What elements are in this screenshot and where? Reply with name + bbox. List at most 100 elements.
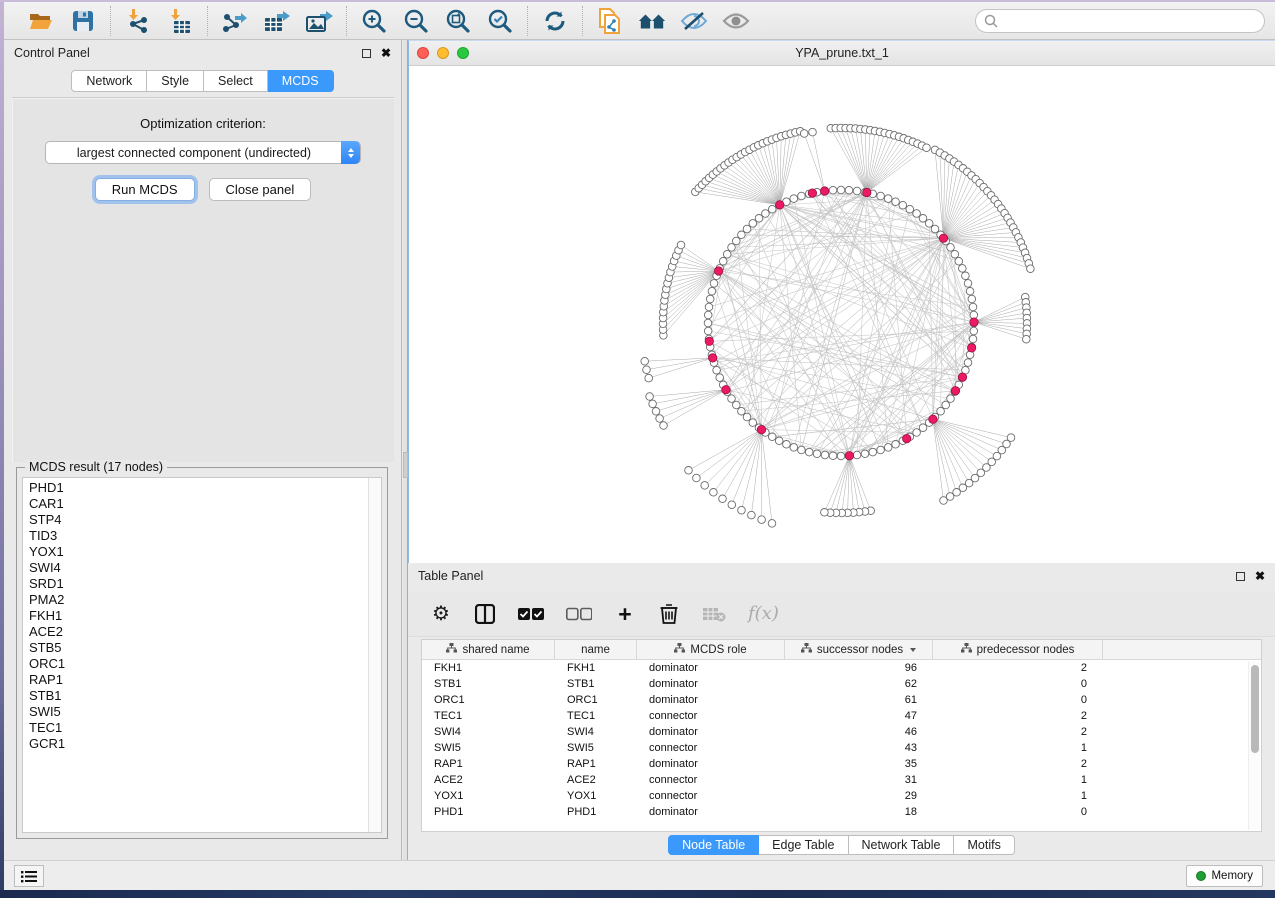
zoom-fit-icon[interactable] bbox=[444, 7, 472, 35]
mcds-result-item[interactable]: ORC1 bbox=[29, 656, 381, 672]
mcds-result-item[interactable]: PHD1 bbox=[29, 480, 381, 496]
memory-button[interactable]: Memory bbox=[1186, 865, 1263, 887]
tab-network[interactable]: Network bbox=[71, 70, 147, 92]
node-table[interactable]: shared namenameMCDS rolesuccessor nodesp… bbox=[421, 639, 1262, 832]
export-table-icon[interactable] bbox=[263, 7, 291, 35]
tab-select[interactable]: Select bbox=[204, 70, 268, 92]
function-builder-icon: f(x) bbox=[748, 602, 779, 626]
tab-style[interactable]: Style bbox=[147, 70, 204, 92]
first-neighbors-icon[interactable] bbox=[638, 7, 666, 35]
task-history-button[interactable] bbox=[14, 865, 44, 887]
mcds-tab-content: Optimization criterion: largest connecte… bbox=[12, 97, 394, 462]
table-row[interactable]: RAP1RAP1dominator352 bbox=[422, 756, 1261, 772]
table-row[interactable]: TEC1TEC1connector472 bbox=[422, 708, 1261, 724]
select-all-icon[interactable] bbox=[518, 602, 544, 626]
mcds-result-item[interactable]: ACE2 bbox=[29, 624, 381, 640]
hide-selected-icon[interactable] bbox=[680, 7, 708, 35]
mcds-result-item[interactable]: SWI4 bbox=[29, 560, 381, 576]
save-session-icon[interactable] bbox=[69, 7, 97, 35]
mcds-result-item[interactable]: STB1 bbox=[29, 688, 381, 704]
mcds-result-item[interactable]: RAP1 bbox=[29, 672, 381, 688]
tab-mcds[interactable]: MCDS bbox=[268, 70, 334, 92]
table-row[interactable]: ACE2ACE2connector311 bbox=[422, 772, 1261, 788]
close-panel-button[interactable]: Close panel bbox=[209, 178, 312, 201]
column-header-MCDS-role[interactable]: MCDS role bbox=[637, 640, 785, 659]
table-cell: 0 bbox=[933, 806, 1103, 818]
mcds-result-item[interactable]: STP4 bbox=[29, 512, 381, 528]
optimization-criterion-label: Optimization criterion: bbox=[12, 116, 394, 131]
table-row[interactable]: STB1STB1dominator620 bbox=[422, 676, 1261, 692]
table-row[interactable]: FKH1FKH1dominator962 bbox=[422, 660, 1261, 676]
hierarchy-icon bbox=[801, 643, 812, 656]
table-row[interactable]: ORC1ORC1dominator610 bbox=[422, 692, 1261, 708]
close-panel-icon[interactable]: ✖ bbox=[381, 47, 391, 59]
import-table-icon[interactable] bbox=[166, 7, 194, 35]
criterion-dropdown-value: largest connected component (undirected) bbox=[46, 146, 360, 160]
mcds-result-list[interactable]: PHD1CAR1STP4TID3YOX1SWI4SRD1PMA2FKH1ACE2… bbox=[22, 477, 382, 833]
criterion-dropdown[interactable]: largest connected component (undirected) bbox=[45, 141, 361, 164]
zoom-selected-icon[interactable] bbox=[486, 7, 514, 35]
column-header-predecessor-nodes[interactable]: predecessor nodes bbox=[933, 640, 1103, 659]
table-cell: PHD1 bbox=[422, 806, 555, 818]
run-mcds-button[interactable]: Run MCDS bbox=[95, 178, 195, 201]
delete-table-icon bbox=[702, 602, 726, 626]
table-cell: dominator bbox=[637, 678, 785, 690]
mcds-result-item[interactable]: TID3 bbox=[29, 528, 381, 544]
mcds-result-item[interactable]: GCR1 bbox=[29, 736, 381, 752]
zoom-out-icon[interactable] bbox=[402, 7, 430, 35]
mcds-result-item[interactable]: TEC1 bbox=[29, 720, 381, 736]
table-cell: YOX1 bbox=[422, 790, 555, 802]
column-header-name[interactable]: name bbox=[555, 640, 637, 659]
deselect-all-icon[interactable] bbox=[566, 602, 592, 626]
column-header-successor-nodes[interactable]: successor nodes bbox=[785, 640, 933, 659]
tab-edge-table[interactable]: Edge Table bbox=[759, 835, 848, 855]
table-cell: SWI4 bbox=[555, 726, 637, 738]
mcds-result-item[interactable]: PMA2 bbox=[29, 592, 381, 608]
mcds-result-item[interactable]: STB5 bbox=[29, 640, 381, 656]
export-network-icon[interactable] bbox=[221, 7, 249, 35]
mcds-result-scrollbar[interactable] bbox=[368, 478, 381, 832]
add-row-icon[interactable]: + bbox=[614, 602, 636, 626]
tab-network-table[interactable]: Network Table bbox=[849, 835, 955, 855]
mcds-result-group: MCDS result (17 nodes) PHD1CAR1STP4TID3Y… bbox=[16, 467, 388, 839]
import-network-icon[interactable] bbox=[124, 7, 152, 35]
table-settings-icon[interactable]: ⚙ bbox=[430, 602, 452, 626]
refresh-view-icon[interactable] bbox=[541, 7, 569, 35]
close-table-panel-icon[interactable]: ✖ bbox=[1255, 570, 1265, 582]
mcds-result-item[interactable]: YOX1 bbox=[29, 544, 381, 560]
network-graph[interactable] bbox=[409, 67, 1275, 564]
table-row[interactable]: PHD1PHD1dominator180 bbox=[422, 804, 1261, 820]
duplicate-network-icon[interactable] bbox=[596, 7, 624, 35]
mcds-result-item[interactable]: SWI5 bbox=[29, 704, 381, 720]
table-cell: ORC1 bbox=[422, 694, 555, 706]
mcds-result-item[interactable]: FKH1 bbox=[29, 608, 381, 624]
table-cell: 96 bbox=[785, 662, 933, 674]
open-file-icon[interactable] bbox=[27, 7, 55, 35]
export-image-icon[interactable] bbox=[305, 7, 333, 35]
network-window-title: YPA_prune.txt_1 bbox=[409, 46, 1275, 60]
memory-label: Memory bbox=[1211, 870, 1253, 882]
show-all-icon[interactable] bbox=[722, 7, 750, 35]
tab-node-table[interactable]: Node Table bbox=[668, 835, 759, 855]
table-row[interactable]: SWI4SWI4dominator462 bbox=[422, 724, 1261, 740]
table-scrollbar-thumb[interactable] bbox=[1251, 665, 1259, 753]
mcds-result-title: MCDS result (17 nodes) bbox=[25, 460, 167, 474]
table-cell: YOX1 bbox=[555, 790, 637, 802]
search-input[interactable] bbox=[1003, 14, 1256, 28]
delete-row-icon[interactable] bbox=[658, 602, 680, 626]
float-panel-icon[interactable] bbox=[362, 49, 371, 58]
mcds-result-item[interactable]: CAR1 bbox=[29, 496, 381, 512]
table-cell: 2 bbox=[933, 662, 1103, 674]
tab-motifs[interactable]: Motifs bbox=[954, 835, 1014, 855]
show-column-icon[interactable] bbox=[474, 602, 496, 626]
table-row[interactable]: SWI5SWI5connector431 bbox=[422, 740, 1261, 756]
mcds-result-item[interactable]: SRD1 bbox=[29, 576, 381, 592]
zoom-in-icon[interactable] bbox=[360, 7, 388, 35]
float-table-panel-icon[interactable] bbox=[1236, 572, 1245, 581]
table-row[interactable]: YOX1YOX1connector291 bbox=[422, 788, 1261, 804]
table-scrollbar[interactable] bbox=[1248, 661, 1260, 830]
column-header-shared-name[interactable]: shared name bbox=[422, 640, 555, 659]
table-panel-title: Table Panel bbox=[418, 569, 1236, 583]
table-cell: 62 bbox=[785, 678, 933, 690]
table-header-row: shared namenameMCDS rolesuccessor nodesp… bbox=[422, 640, 1261, 660]
